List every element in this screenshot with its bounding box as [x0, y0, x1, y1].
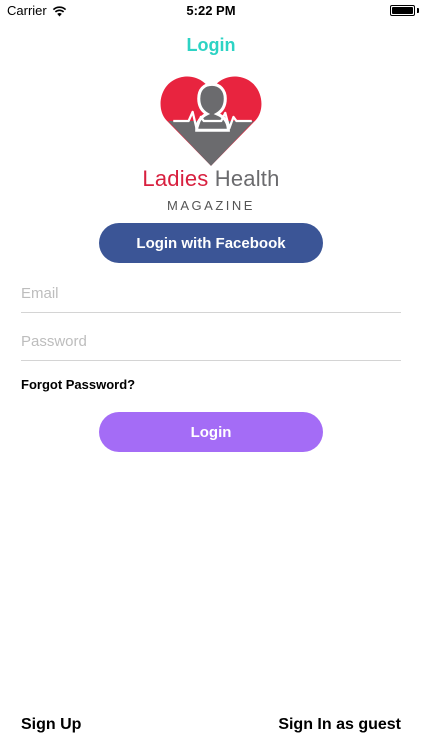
- status-time: 5:22 PM: [186, 3, 236, 18]
- page-title: Login: [186, 35, 236, 55]
- brand-subtitle: MAGAZINE: [167, 198, 255, 213]
- brand-name-health: Health: [214, 166, 280, 191]
- password-field-container: [21, 323, 401, 361]
- brand-name: Ladies Health: [0, 166, 422, 192]
- login-button[interactable]: Login: [99, 412, 323, 452]
- forgot-password-link[interactable]: Forgot Password?: [21, 377, 135, 392]
- sign-in-as-guest-link[interactable]: Sign In as guest: [278, 716, 401, 734]
- heart-silhouette-logo-icon: [160, 76, 262, 166]
- status-bar: Carrier 5:22 PM: [0, 0, 422, 22]
- email-field-container: [21, 275, 401, 313]
- email-input[interactable]: [21, 285, 401, 302]
- sign-up-link[interactable]: Sign Up: [21, 716, 81, 734]
- battery-cap: [417, 8, 419, 13]
- login-with-facebook-button[interactable]: Login with Facebook: [99, 223, 323, 263]
- battery-fill: [392, 7, 413, 14]
- brand-name-ladies: Ladies: [142, 166, 209, 191]
- battery-icon: [390, 5, 415, 16]
- password-input[interactable]: [21, 333, 401, 350]
